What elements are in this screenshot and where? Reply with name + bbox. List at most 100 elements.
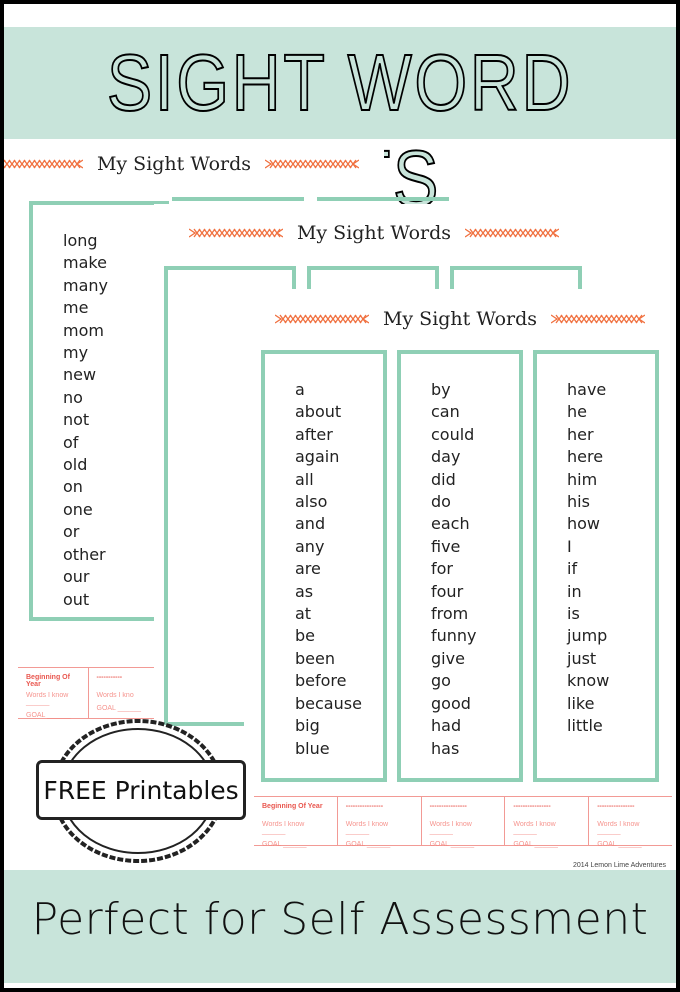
sight-word: had: [431, 716, 462, 736]
sight-word: again: [295, 447, 340, 467]
sight-word: go: [431, 671, 451, 691]
assessment-cell: ---------------- Words I know ______ GOAL …: [589, 797, 672, 848]
copyright-text: 2014 Lemon Lime Adventures: [572, 862, 666, 869]
sight-word: also: [295, 492, 328, 512]
sight-word: on: [63, 477, 83, 497]
word-column: long make many me mom my new no not of old on one or o…: [29, 201, 169, 621]
sight-word: by: [431, 380, 451, 399]
sight-word: do: [431, 492, 451, 512]
assessment-bar: Beginning Of Year Words I know ______ GOAL…: [18, 667, 158, 719]
sight-word: and: [295, 514, 326, 534]
sight-word: her: [567, 424, 594, 444]
words-known-field: Words I know ______: [597, 821, 640, 835]
cross-stitch-icon: [465, 228, 560, 238]
assessment-heading: ----------------: [345, 803, 384, 810]
sight-word: long: [63, 231, 98, 250]
sheet-title: My Sight Words: [296, 222, 452, 244]
words-known-field: Words I know ______: [345, 821, 389, 835]
sheet-header: My Sight Words: [134, 218, 614, 248]
sight-word: four: [431, 581, 464, 601]
sight-word: I: [567, 536, 572, 556]
sight-word: are: [295, 559, 321, 579]
sight-word: any: [295, 536, 325, 556]
sheet-header: My Sight Words: [244, 304, 676, 334]
sight-word: all: [295, 469, 314, 489]
box-top-edge: [172, 197, 304, 201]
sight-word: how: [567, 514, 601, 534]
word-list: a about after again all also and any are as at be be…: [295, 379, 362, 760]
cross-stitch-icon: [551, 314, 646, 324]
assessment-cell: Beginning Of Year Words I know ______ GOAL…: [18, 668, 89, 719]
sight-word: new: [63, 365, 97, 385]
cross-stitch-icon: [274, 314, 369, 324]
sight-word: at: [295, 604, 312, 624]
goal-field: GOAL ______: [597, 841, 642, 848]
sight-word: jump: [567, 626, 608, 646]
sight-word: out: [63, 589, 90, 609]
sight-word: no: [63, 387, 83, 407]
worksheet-front: My Sight Words a about after again all also an…: [244, 289, 676, 869]
sight-word: if: [567, 559, 578, 579]
sight-word: one: [63, 499, 93, 519]
sight-word: for: [431, 559, 453, 579]
sight-word: five: [431, 536, 461, 556]
tagline: Perfect for Self Assessment: [31, 894, 649, 945]
assessment-heading: ----------------: [597, 803, 635, 810]
sight-word: a: [295, 380, 305, 399]
sight-word: from: [431, 604, 469, 624]
goal-field: GOAL ______: [513, 841, 558, 848]
sight-word: day: [431, 447, 461, 467]
sight-word: funny: [431, 626, 477, 646]
stamp-label: FREE Printables: [36, 760, 246, 820]
assessment-bar: Beginning Of Year Words I know ______ GOAL…: [254, 796, 672, 848]
sight-word: as: [295, 581, 314, 601]
goal-field: GOAL ______: [262, 841, 307, 848]
sight-word: or: [63, 522, 80, 542]
sight-word: each: [431, 514, 470, 534]
assessment-heading: ----------------: [429, 803, 467, 810]
sight-word: could: [431, 424, 475, 444]
assessment-heading: Beginning Of Year: [262, 803, 323, 810]
sight-word: like: [567, 693, 595, 713]
sight-word: make: [63, 253, 107, 273]
tagline-banner: Perfect for Self Assessment: [4, 870, 676, 983]
sight-word: his: [567, 492, 590, 512]
goal-field: GOAL ______: [96, 705, 142, 712]
cross-stitch-icon: [4, 159, 83, 169]
page: SIGHT WORD LISTS My Sight Words long make…: [4, 4, 676, 988]
sheet-title: My Sight Words: [382, 308, 538, 330]
words-known-field: Words I know ______: [429, 821, 472, 835]
sight-word: me: [63, 298, 89, 318]
sight-word: before: [295, 671, 347, 691]
word-column: have he her here him his how Iif in is jump just kno…: [533, 350, 659, 782]
title-banner: SIGHT WORD LISTS: [4, 27, 676, 224]
words-known-field: Words I know ______: [262, 821, 305, 835]
sight-word: he: [567, 402, 587, 422]
sight-word: little: [567, 716, 603, 736]
word-column: a about after again all also and any are as at be be…: [261, 350, 387, 782]
words-known-field: Words I know ______: [26, 692, 69, 706]
sight-word: know: [567, 671, 610, 691]
sight-word: here: [567, 447, 604, 467]
cross-stitch-icon: [188, 228, 283, 238]
sheet-header: My Sight Words: [4, 149, 384, 179]
sight-word: can: [431, 402, 460, 422]
word-list: have he her here him his how Iif in is jump just kno…: [567, 379, 609, 738]
sight-word: our: [63, 567, 90, 587]
sight-word: blue: [295, 738, 330, 758]
assessment-cell: ---------------- Words I know ______ GOAL …: [505, 797, 590, 848]
assessment-heading: ----------------: [513, 803, 551, 810]
sight-word: after: [295, 424, 333, 444]
assessment-heading: Beginning Of Year: [26, 674, 70, 688]
sheet-title: My Sight Words: [96, 153, 252, 175]
assessment-cell: ---------------- Words I know ______ GOAL …: [338, 797, 422, 848]
assessment-cell: Beginning Of Year Words I know ______ GOAL…: [254, 797, 338, 848]
word-column: by can could day did do each five for four from fun…: [397, 350, 523, 782]
sight-word: other: [63, 544, 106, 564]
assessment-cell: ---------------- Words I know ______ GOAL …: [422, 797, 506, 848]
sight-word: is: [567, 604, 580, 624]
goal-field: GOAL ______: [429, 841, 475, 848]
word-list: long make many me mom my new no not of old on one or o…: [63, 230, 108, 611]
sight-word: been: [295, 648, 335, 668]
sight-word: in: [567, 581, 582, 601]
